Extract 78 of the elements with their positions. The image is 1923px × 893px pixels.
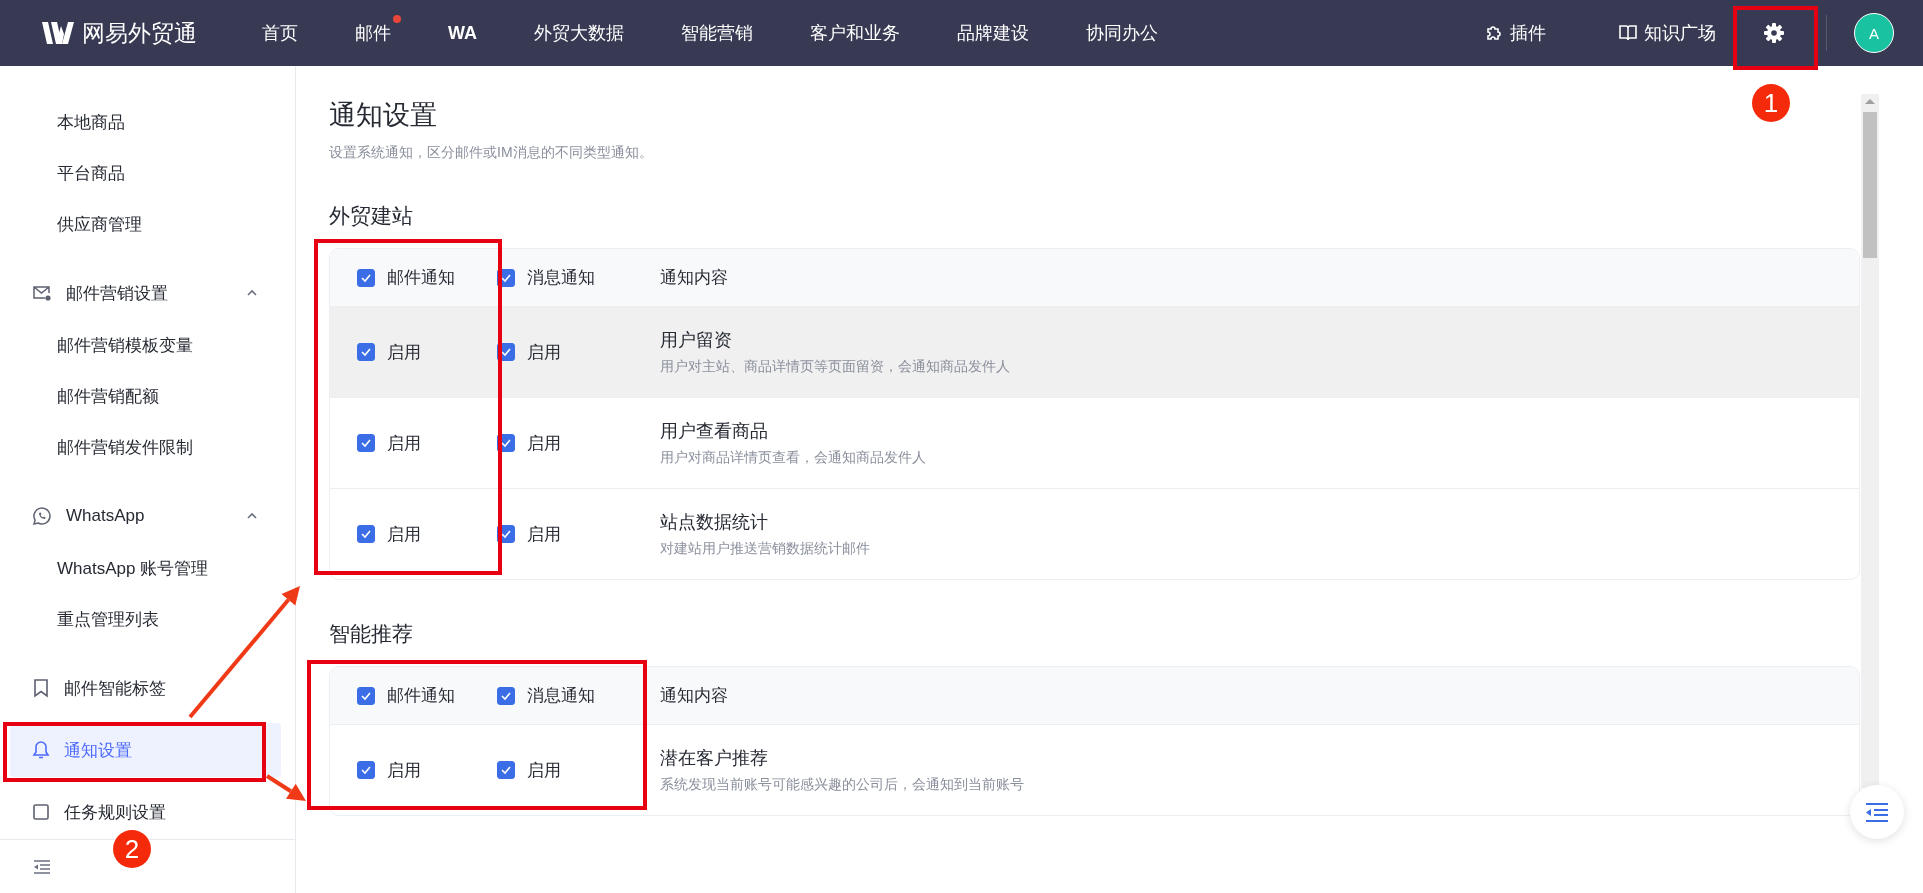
check-icon [500, 529, 512, 539]
bookmark-icon [32, 678, 50, 698]
plugin-link[interactable]: 插件 [1484, 21, 1546, 45]
menu-button[interactable] [1850, 785, 1904, 839]
book-icon [1618, 24, 1638, 42]
check-icon [500, 347, 512, 357]
check-icon [500, 690, 512, 701]
notification-title: 潜在客户推荐 [660, 747, 768, 770]
chat-bubble-icon [32, 506, 52, 526]
check-icon [360, 347, 372, 357]
sidebar-item[interactable]: 通知设置 [10, 723, 281, 777]
notification-description: 系统发现当前账号可能感兴趣的公司后，会通知到当前账号 [660, 776, 1024, 794]
scrollbar[interactable] [1861, 94, 1879, 788]
checkbox[interactable]: 邮件通知 [357, 266, 455, 289]
notification-title: 用户查看商品 [660, 420, 768, 443]
sidebar-subitem[interactable]: 平台商品 [10, 148, 281, 199]
check-icon [500, 765, 512, 775]
check-icon [360, 765, 372, 775]
knowledge-link[interactable]: 知识广场 [1618, 21, 1716, 45]
check-icon [360, 529, 372, 539]
nav-item[interactable]: 客户和业务 [810, 15, 910, 51]
nav-item[interactable]: 品牌建设 [957, 15, 1039, 51]
arrow [265, 774, 306, 801]
nav-item[interactable]: WA [448, 16, 487, 50]
nav-item[interactable]: 协同办公 [1086, 15, 1168, 51]
puzzle-icon [1484, 23, 1504, 43]
check-icon [360, 690, 372, 701]
logo-text: 网易外贸通 [82, 18, 197, 48]
column-header: 通知内容 [660, 685, 728, 707]
sidebar-subitem[interactable]: 供应商管理 [10, 199, 281, 250]
checkbox[interactable]: 启用 [497, 431, 561, 455]
scrollbar-thumb[interactable] [1863, 112, 1877, 258]
nav-item[interactable]: 外贸大数据 [534, 15, 634, 51]
check-icon [360, 438, 372, 448]
checkbox[interactable]: 启用 [497, 758, 561, 782]
nav-item[interactable]: 智能营销 [681, 15, 763, 51]
checkbox[interactable]: 邮件通知 [357, 684, 455, 707]
sidebar-subitem[interactable]: 邮件营销配额 [10, 371, 281, 422]
menu-icon [1864, 801, 1890, 823]
nav-item[interactable]: 邮件 [355, 15, 401, 51]
check-icon [360, 272, 372, 283]
notification-description: 对建站用户推送营销数据统计邮件 [660, 540, 870, 558]
sidebar-subitem[interactable]: 重点管理列表 [10, 594, 281, 645]
nav-item[interactable]: 首页 [262, 15, 308, 51]
checkbox[interactable]: 启用 [497, 522, 561, 546]
sidebar-item[interactable]: 邮件智能标签 [10, 661, 281, 715]
notification-description: 用户对商品详情页查看，会通知商品发件人 [660, 449, 926, 467]
square-icon [32, 803, 50, 821]
column-header: 通知内容 [660, 267, 728, 289]
checkbox[interactable]: 启用 [497, 340, 561, 364]
sidebar-subitem[interactable]: 本地商品 [10, 97, 281, 148]
page-subtitle: 设置系统通知，区分邮件或IM消息的不同类型通知。 [329, 143, 653, 162]
notification-title: 用户留资 [660, 329, 732, 352]
sidebar-subitem[interactable]: WhatsApp 账号管理 [10, 543, 281, 594]
notification-title: 站点数据统计 [660, 511, 768, 534]
logo-icon [42, 22, 76, 44]
step-badge: 2 [113, 830, 151, 868]
mail-gear-icon [32, 284, 52, 302]
sidebar-item[interactable]: 邮件营销设置 [10, 266, 281, 320]
checkbox[interactable]: 启用 [357, 431, 421, 455]
checkbox[interactable]: 消息通知 [497, 684, 595, 707]
checkbox[interactable]: 消息通知 [497, 266, 595, 289]
step-badge: 1 [1752, 84, 1790, 122]
checkbox[interactable]: 启用 [357, 340, 421, 364]
checkbox[interactable]: 启用 [357, 522, 421, 546]
bell-icon [32, 740, 50, 760]
section-title: 智能推荐 [329, 621, 414, 647]
section-title: 外贸建站 [329, 203, 414, 229]
settings-icon[interactable] [1764, 23, 1784, 43]
check-icon [500, 438, 512, 448]
sidebar-subitem[interactable]: 邮件营销模板变量 [10, 320, 281, 371]
sidebar-item[interactable]: WhatsApp [10, 489, 281, 543]
checkbox[interactable]: 启用 [357, 758, 421, 782]
notification-description: 用户对主站、商品详情页等页面留资，会通知商品发件人 [660, 358, 1010, 376]
check-icon [500, 272, 512, 283]
collapse-icon[interactable] [32, 857, 52, 876]
sidebar-subitem[interactable]: 邮件营销发件限制 [10, 422, 281, 473]
page-title: 通知设置 [329, 99, 437, 132]
